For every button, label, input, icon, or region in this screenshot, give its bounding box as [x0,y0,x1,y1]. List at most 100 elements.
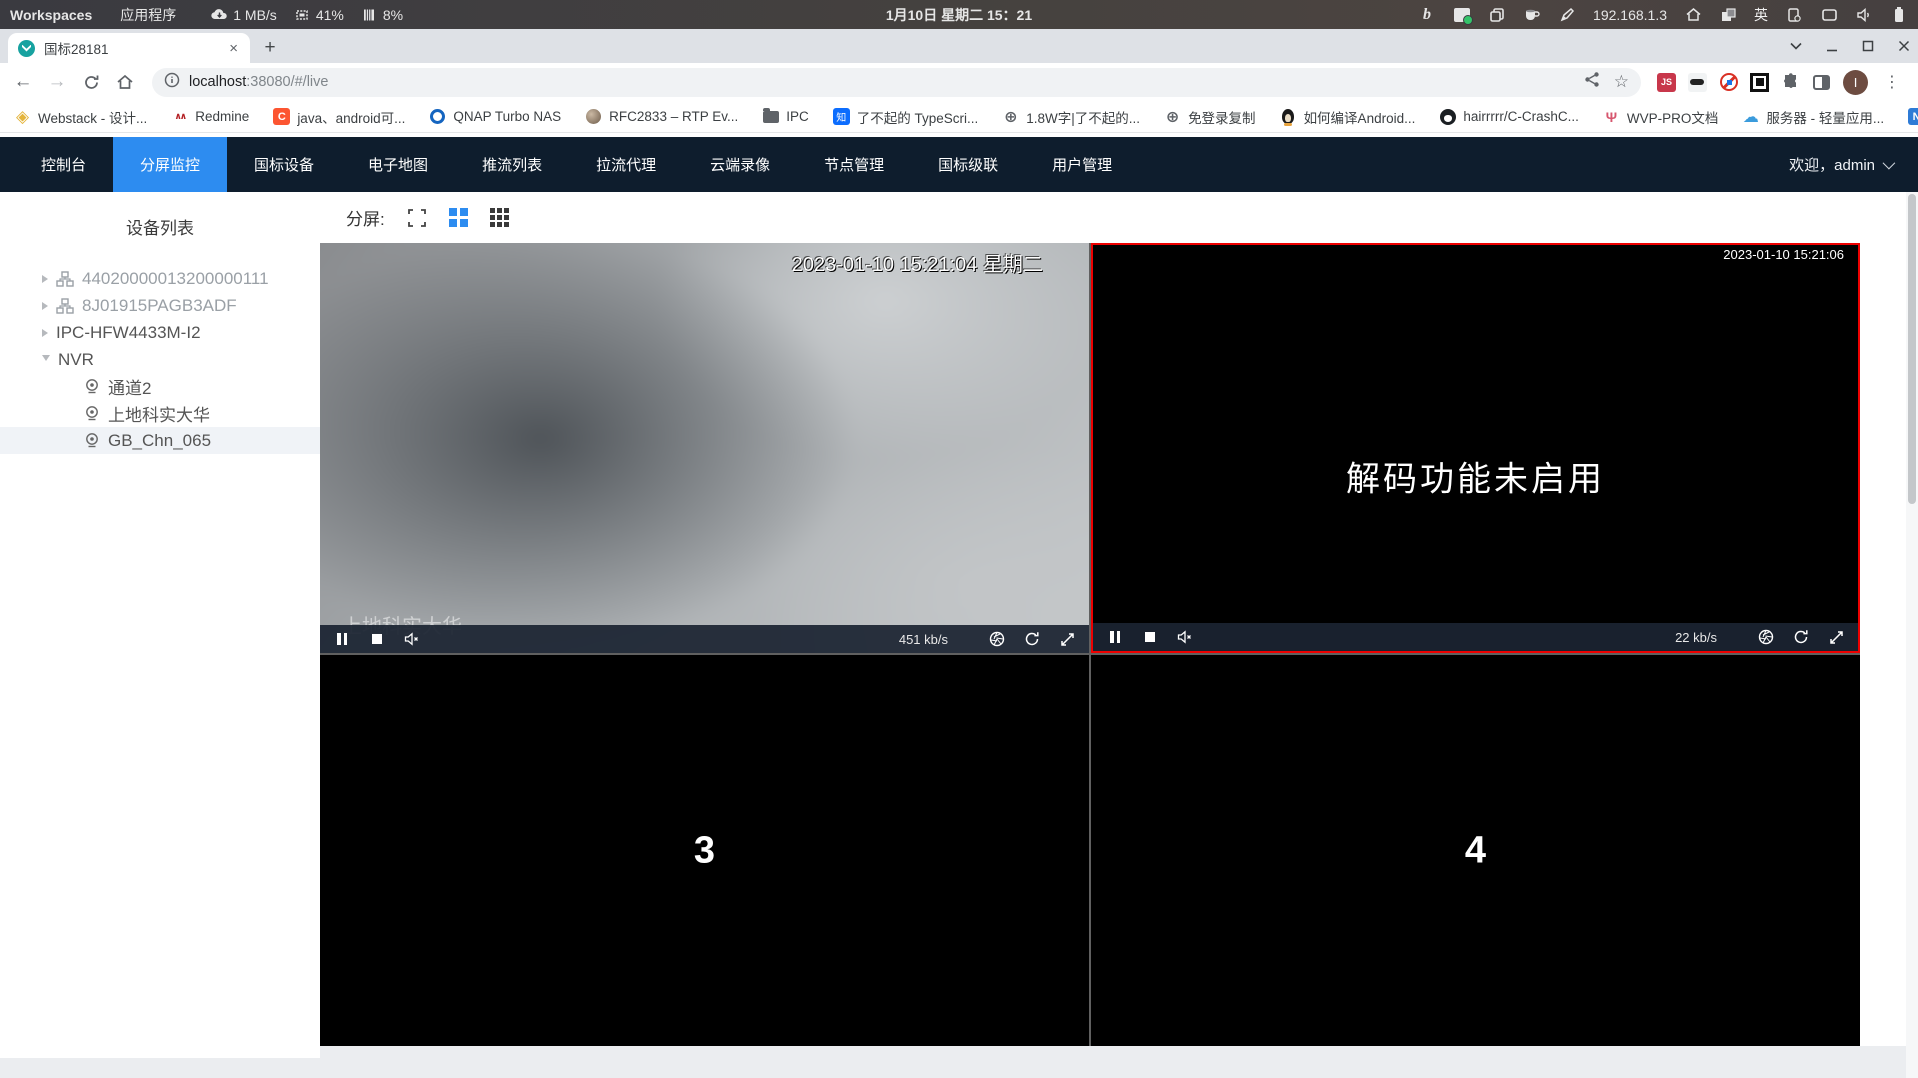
browser-menu-icon[interactable]: ⋮ [1880,72,1904,92]
tab-close-icon[interactable]: × [227,40,240,57]
ip-address[interactable]: 192.168.1.3 [1593,7,1667,23]
browser-tab[interactable]: 国标28181 × [8,33,250,63]
split-2x2-icon[interactable] [448,208,468,227]
fullscreen-button[interactable] [1059,631,1075,647]
tree-caret-icon[interactable] [42,301,48,310]
scrollbar-thumb[interactable] [1908,194,1916,504]
refresh-button[interactable] [1793,629,1809,645]
page-scrollbar[interactable] [1906,192,1918,1078]
reload-button[interactable] [76,67,106,97]
platform-icon [56,270,74,287]
pen-tool-icon[interactable] [1558,6,1576,24]
pause-button[interactable] [1107,629,1123,645]
extensions-puzzle-icon[interactable] [1781,73,1800,92]
coffee-icon[interactable] [1523,6,1541,24]
home-icon[interactable] [1684,6,1702,24]
workspaces-button[interactable]: Workspaces [10,7,92,23]
video-cell-3[interactable]: 3 [320,655,1089,1046]
battery-icon[interactable] [1890,6,1908,24]
wvp-icon [1603,108,1620,125]
copy-icon[interactable] [1488,6,1506,24]
window-close-button[interactable] [1898,40,1910,52]
tab-search-chevron-icon[interactable] [1790,42,1802,50]
extension-js-icon[interactable]: JS [1657,72,1676,92]
tux-icon [1280,108,1297,126]
side-panel-icon[interactable] [1812,73,1831,92]
nav-item-gb-cascade[interactable]: 国标级联 [911,137,1025,192]
tree-node-nvr[interactable]: NVR [0,346,320,373]
fullscreen-button[interactable] [1828,629,1844,645]
new-tab-button[interactable]: + [256,34,284,62]
tree-caret-icon[interactable] [42,328,48,337]
tree-channel-1[interactable]: 通道2 [0,373,320,400]
back-button[interactable]: ← [8,67,38,97]
nav-item-console[interactable]: 控制台 [14,137,113,192]
live-video-stream [320,243,1089,653]
bookmark-webstack[interactable]: Webstack - 设计... [14,107,147,127]
device-icon[interactable] [1785,6,1803,24]
bookmark-copy[interactable]: 免登录复制 [1164,107,1256,127]
user-menu[interactable]: 欢迎，admin [1789,137,1918,192]
nav-item-gb-devices[interactable]: 国标设备 [227,137,341,192]
share-icon[interactable] [1584,71,1600,93]
camera-icon [84,432,100,449]
nav-item-user-manage[interactable]: 用户管理 [1025,137,1139,192]
extension-blocker-icon[interactable] [1719,73,1738,92]
gallery-status-icon[interactable] [1453,6,1474,25]
extension-mask-icon[interactable] [1688,72,1707,92]
bookmark-star-icon[interactable]: ☆ [1614,72,1629,92]
bookmark-wvp[interactable]: WVP-PRO文档 [1603,107,1719,127]
tree-channel-2[interactable]: 上地科实大华 [0,400,320,427]
bookmark-qnap[interactable]: QNAP Turbo NAS [429,108,561,125]
display-icon[interactable] [1820,6,1838,24]
bookmark-rfc2833[interactable]: RFC2833 – RTP Ev... [585,108,738,125]
tree-node-device2[interactable]: 8J01915PAGB3ADF [0,292,320,319]
bookmark-hdatmos[interactable]: NHDAtmos :: 种子 *... [1908,107,1918,127]
nav-item-pull-proxy[interactable]: 拉流代理 [569,137,683,192]
bookmark-zhihu[interactable]: 知了不起的 TypeScri... [832,107,978,127]
nav-item-split-monitor[interactable]: 分屏监控 [113,137,228,192]
stop-button[interactable] [1142,629,1158,645]
extension-square-icon[interactable] [1750,72,1769,92]
tree-caret-icon[interactable] [42,274,48,283]
site-info-icon[interactable] [164,72,180,93]
video-cell-4[interactable]: 4 [1091,655,1860,1046]
bing-icon[interactable]: b [1418,6,1436,24]
tree-caret-open-icon[interactable] [42,354,50,365]
video-cell-1[interactable]: 2023-01-10 15:21:04 星期二 上地科实大华 451 kb/s [320,243,1089,653]
applications-menu[interactable]: 应用程序 [120,5,176,25]
snapshot-button[interactable] [1758,629,1774,645]
forward-button[interactable]: → [42,67,72,97]
nav-item-map[interactable]: 电子地图 [341,137,455,192]
tree-node-ipc[interactable]: IPC-HFW4433M-I2 [0,319,320,346]
profile-avatar[interactable]: I [1843,69,1868,95]
address-bar[interactable]: localhost:38080/#/live ☆ [152,67,1641,97]
window-restore-button[interactable] [1862,40,1874,52]
nav-item-cloud-record[interactable]: 云端录像 [683,137,797,192]
bookmark-typescript[interactable]: 1.8W字|了不起的... [1002,107,1140,127]
bookmark-csdn[interactable]: Cjava、android可... [273,107,405,127]
bookmark-ipc[interactable]: IPC [762,107,809,125]
tree-node-device1[interactable]: 44020000013200000111 [0,265,320,292]
nav-item-push-list[interactable]: 推流列表 [455,137,569,192]
nav-item-node-manage[interactable]: 节点管理 [797,137,911,192]
single-screen-icon[interactable] [407,208,427,228]
input-method-indicator[interactable]: 英 [1754,5,1768,25]
bookmark-tencent-cloud[interactable]: 服务器 - 轻量应用... [1742,107,1884,127]
pause-button[interactable] [334,631,350,647]
window-minimize-button[interactable] [1826,40,1838,52]
layers-icon[interactable] [1719,6,1737,24]
mute-icon[interactable] [1177,629,1193,645]
bookmark-redmine[interactable]: Redmine [171,108,249,125]
video-cell-2-selected[interactable]: 2023-01-10 15:21:06 解码功能未启用 22 kb/s [1091,243,1860,653]
stop-button[interactable] [369,631,385,647]
split-3x3-icon[interactable] [489,208,509,227]
snapshot-button[interactable] [989,631,1005,647]
bookmark-github[interactable]: hairrrrr/C-CrashC... [1439,108,1579,125]
volume-icon[interactable] [1855,6,1873,24]
tree-channel-3-selected[interactable]: GB_Chn_065 [0,427,320,454]
home-button[interactable] [110,67,140,97]
refresh-button[interactable] [1024,631,1040,647]
mute-icon[interactable] [404,631,420,647]
bookmark-android[interactable]: 如何编译Android... [1280,107,1415,127]
